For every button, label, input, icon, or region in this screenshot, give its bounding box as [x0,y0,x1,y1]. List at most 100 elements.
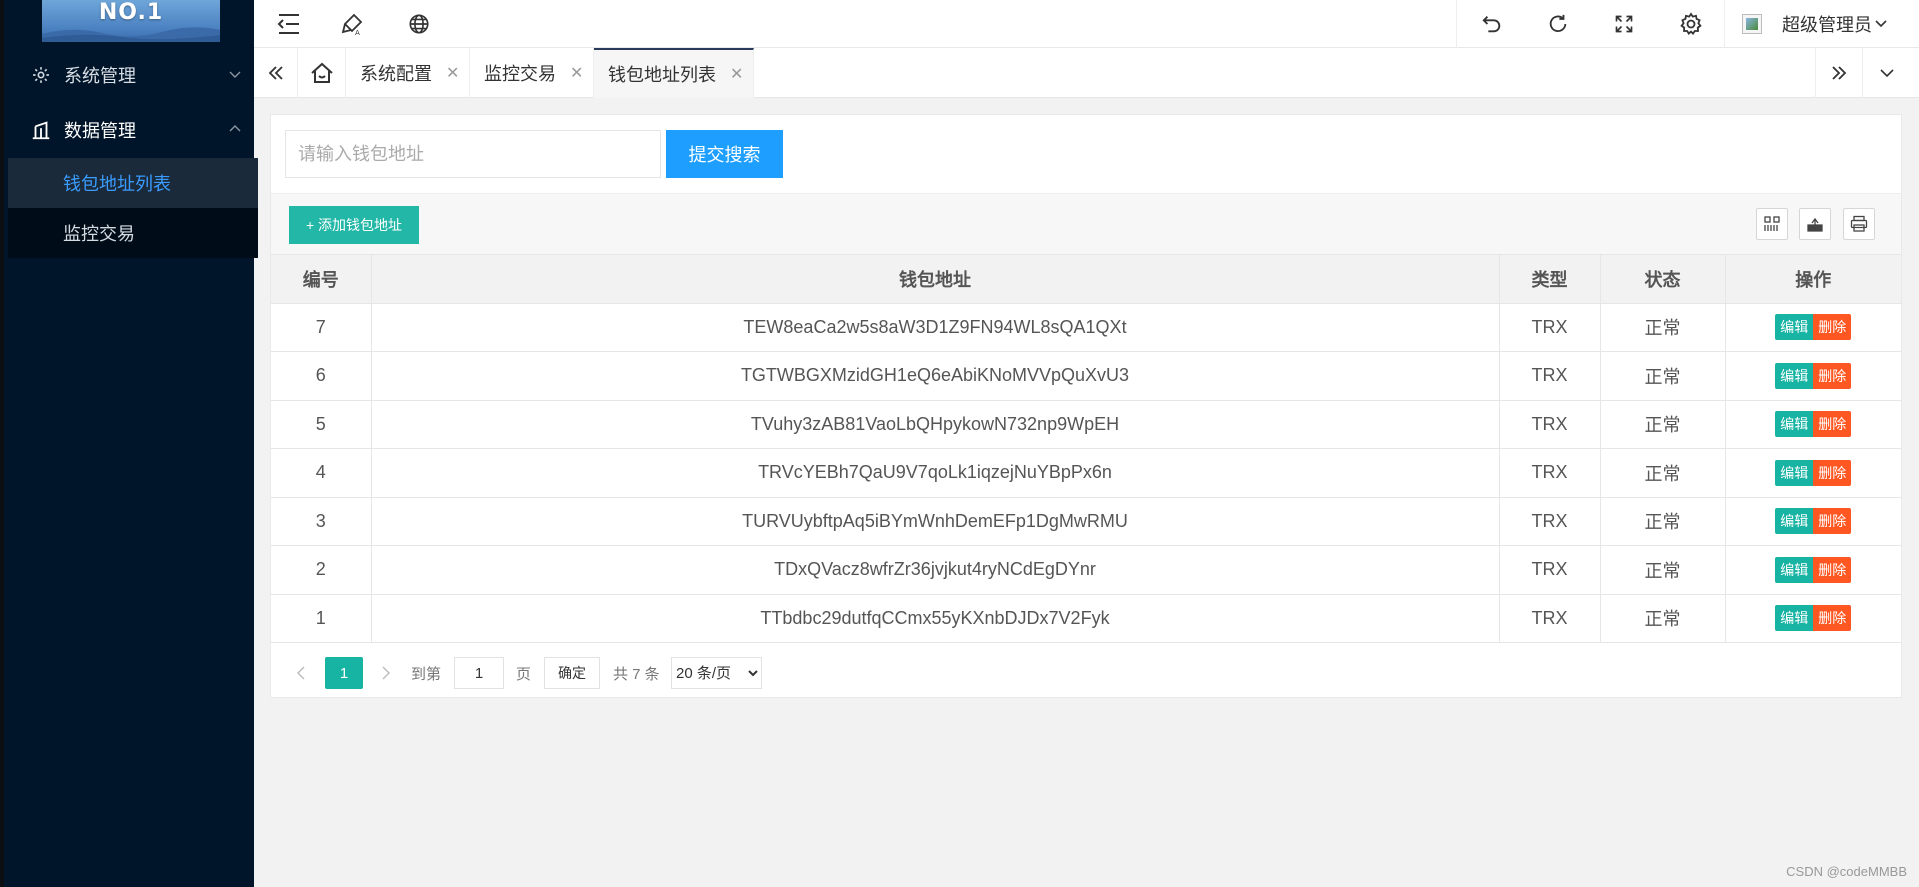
cell-address: TTbdbc29dutfqCCmx55yKXnbDJDx7V2Fyk [370,594,1499,643]
pagination: 1 到第 页 确定 共 7 条 20 条/页 [271,647,1901,697]
sidebar-item-label: 监控交易 [63,224,135,244]
table-row: 1 TTbdbc29dutfqCCmx55yKXnbDJDx7V2Fyk TRX… [271,594,1901,643]
cell-status: 正常 [1599,351,1725,401]
sidebar: NO.1 系统管理 数据管理 钱包地址列表 监控交易 [0,0,258,887]
page-size-select[interactable]: 20 条/页 [671,657,762,689]
wallet-search-input[interactable] [285,130,661,178]
sidebar-item-wallet-list[interactable]: 钱包地址列表 [8,158,258,208]
columns-filter-icon[interactable] [1756,208,1788,240]
cell-id: 5 [271,400,371,449]
column-header[interactable]: 编号 [271,255,371,304]
search-submit-button[interactable]: 提交搜索 [666,130,783,178]
chevron-down-icon [229,71,241,78]
cell-id: 7 [271,303,371,352]
cell-type: TRX [1498,448,1600,498]
tabs-menu-chevron-down-icon[interactable] [1863,48,1911,98]
menu-collapse-icon[interactable] [269,0,309,48]
menu-label: 系统管理 [64,66,136,86]
edit-button[interactable]: 编辑 [1775,459,1814,486]
column-header[interactable]: 操作 [1724,255,1901,304]
tab-label: 钱包地址列表 [608,65,716,85]
tab-system-config[interactable]: 系统配置 ✕ [346,48,470,98]
top-header: A 超级管理员 [254,0,1919,48]
delete-button[interactable]: 删除 [1813,605,1852,632]
tab-label: 监控交易 [484,64,556,84]
delete-button[interactable]: 删除 [1813,411,1852,438]
delete-button[interactable]: 删除 [1813,556,1852,583]
cell-type: TRX [1498,400,1600,449]
watermark: CSDN @codeMMBB [1786,864,1907,879]
cell-id: 3 [271,497,371,546]
table-row: 4 TRVcYEBh7QaU9V7qoLk1iqzejNuYBpPx6n TRX… [271,448,1901,498]
edit-button[interactable]: 编辑 [1775,314,1814,341]
delete-button[interactable]: 删除 [1813,508,1852,535]
print-icon[interactable] [1843,208,1875,240]
close-icon[interactable]: ✕ [730,64,743,84]
sidebar-item-monitor-trade[interactable]: 监控交易 [8,208,258,258]
close-icon[interactable]: ✕ [446,63,459,83]
edit-button[interactable]: 编辑 [1775,508,1814,535]
column-header[interactable]: 状态 [1599,255,1725,304]
goto-confirm-button[interactable]: 确定 [544,657,600,689]
column-header[interactable]: 钱包地址 [370,255,1499,304]
menu-system-management[interactable]: 系统管理 [8,50,258,100]
logo-text: NO.1 [98,0,164,25]
menu-data-management[interactable]: 数据管理 [8,105,258,155]
goto-page-input[interactable] [454,657,504,689]
tab-monitor-trade[interactable]: 监控交易 ✕ [470,48,594,98]
cell-actions: 编辑 删除 [1724,545,1901,595]
cell-status: 正常 [1599,594,1725,643]
tabs-scroll-right-icon[interactable] [1815,48,1863,98]
sidebar-item-label: 钱包地址列表 [63,174,171,194]
cell-actions: 编辑 删除 [1724,351,1901,401]
prev-page-icon[interactable] [291,657,311,689]
cell-actions: 编辑 删除 [1724,448,1901,498]
table-row: 2 TDxQVacz8wfrZr36jvjkut4ryNCdEgDYnr TRX… [271,545,1901,595]
total-count: 共 7 条 [613,665,660,683]
settings-gear-icon[interactable] [1671,0,1711,48]
cell-status: 正常 [1599,400,1725,449]
fullscreen-icon[interactable] [1604,0,1644,48]
delete-button[interactable]: 删除 [1813,362,1852,389]
table-row: 3 TURVUybftpAq5iBYmWnhDemEFp1DgMwRMU TRX… [271,497,1901,546]
refresh-icon[interactable] [1538,0,1578,48]
close-icon[interactable]: ✕ [570,63,583,83]
tab-wallet-list[interactable]: 钱包地址列表 ✕ [594,48,754,98]
user-name: 超级管理员 [1782,15,1872,35]
page-number-current[interactable]: 1 [325,657,363,689]
export-icon[interactable] [1799,208,1831,240]
tabs-bar: 系统配置 ✕ 监控交易 ✕ 钱包地址列表 ✕ [254,48,1919,98]
undo-icon[interactable] [1472,0,1512,48]
cell-type: TRX [1498,351,1600,401]
theme-brush-icon[interactable]: A [332,0,372,48]
edit-button[interactable]: 编辑 [1775,556,1814,583]
cell-type: TRX [1498,545,1600,595]
edit-button[interactable]: 编辑 [1775,605,1814,632]
column-header[interactable]: 类型 [1498,255,1600,304]
add-wallet-button[interactable]: + 添加钱包地址 [289,206,419,244]
cell-id: 1 [271,594,371,643]
next-page-icon[interactable] [376,657,396,689]
globe-icon[interactable] [399,0,439,48]
cell-status: 正常 [1599,303,1725,352]
tabs-scroll-left-icon[interactable] [254,48,298,98]
home-icon[interactable] [298,48,346,98]
logo: NO.1 [42,0,220,42]
edit-button[interactable]: 编辑 [1775,411,1814,438]
cell-status: 正常 [1599,497,1725,546]
menu-label: 数据管理 [64,121,136,141]
page-unit-label: 页 [516,665,532,683]
goto-label: 到第 [411,665,442,683]
cell-actions: 编辑 删除 [1724,400,1901,449]
delete-button[interactable]: 删除 [1813,314,1852,341]
cell-type: TRX [1498,497,1600,546]
cell-id: 4 [271,448,371,498]
edit-button[interactable]: 编辑 [1775,362,1814,389]
delete-button[interactable]: 删除 [1813,459,1852,486]
user-menu[interactable]: 超级管理员 [1742,0,1888,48]
table-row: 5 TVuhy3zAB81VaoLbQHpykowN732np9WpEH TRX… [271,400,1901,449]
content-panel: 提交搜索 + 添加钱包地址 编号 钱包地址 [270,114,1902,698]
cell-type: TRX [1498,594,1600,643]
cell-actions: 编辑 删除 [1724,497,1901,546]
tab-label: 系统配置 [360,64,432,84]
